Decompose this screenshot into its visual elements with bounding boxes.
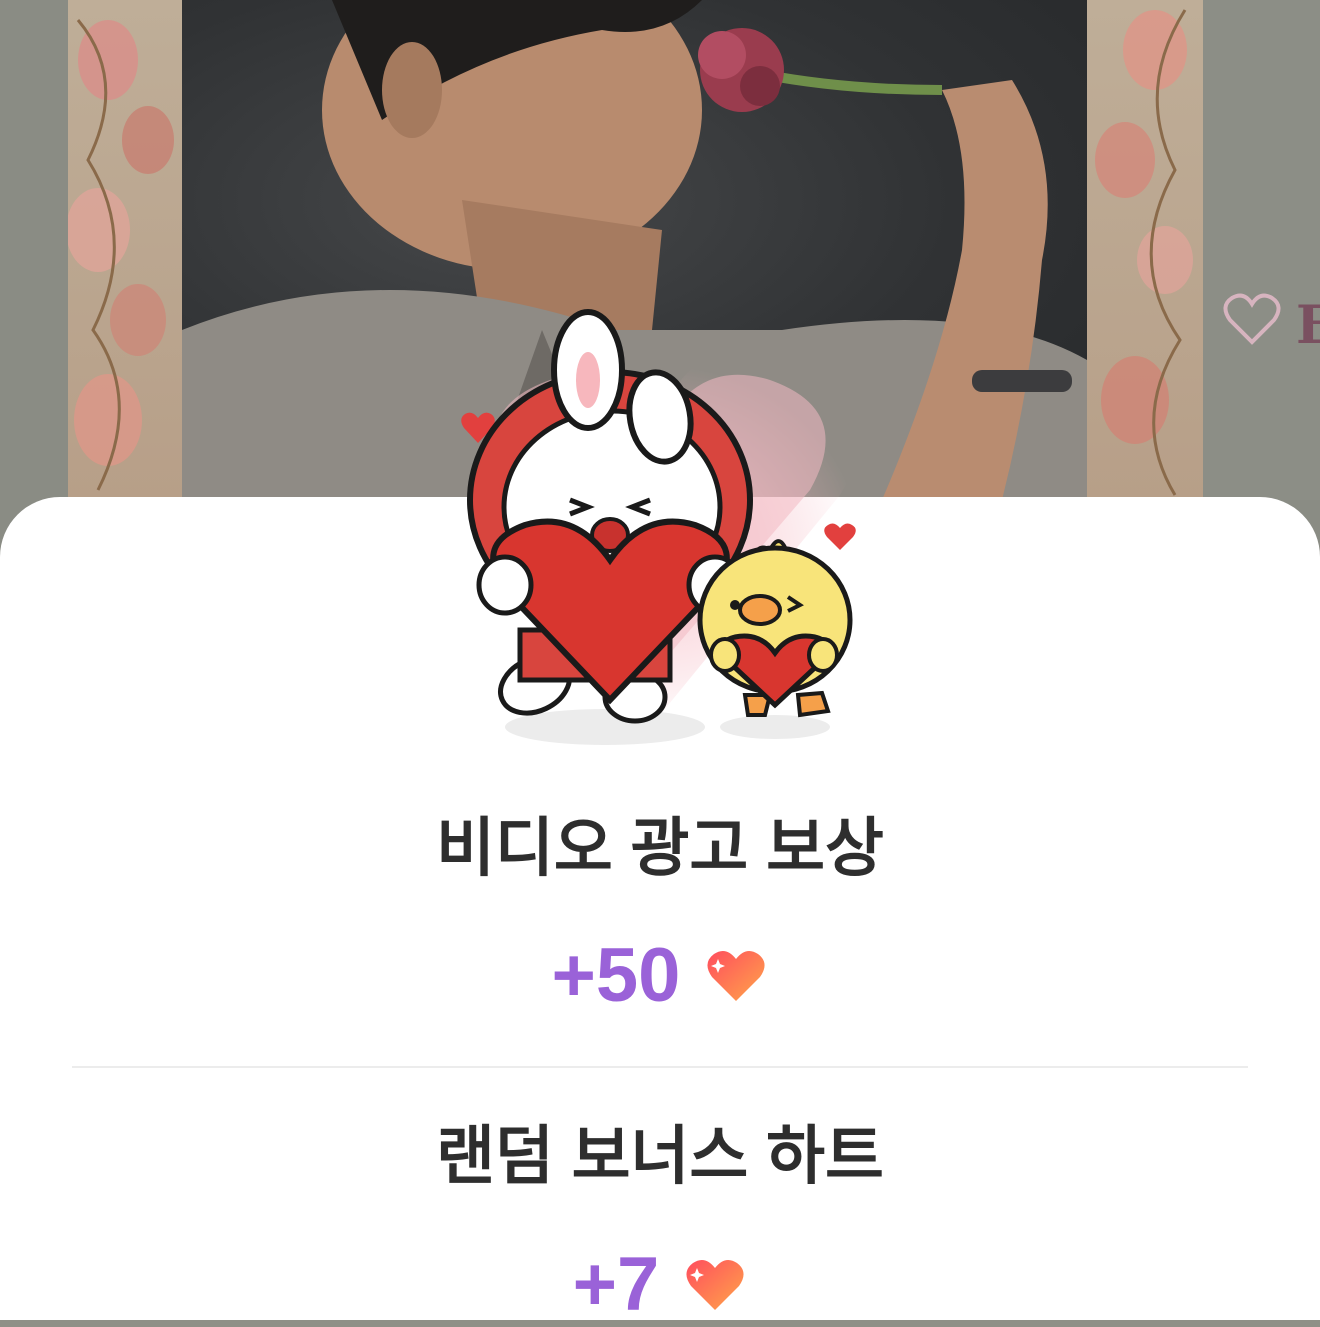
mascot-illustration [458,309,862,745]
video-ad-reward-amount: +50 [551,933,681,1018]
random-bonus-heart-title: 랜덤 보너스 하트 [436,1120,884,1192]
random-bonus-heart-amount-row: +7 [0,1247,1320,1323]
heart-icon [686,1259,744,1310]
adjacent-card [1203,0,1320,500]
video-ad-reward-title: 비디오 광고 보상 [436,812,884,884]
random-bonus-heart-amount: +7 [572,1242,660,1327]
divider [72,1066,1248,1068]
floral-decoration-right [1095,9,1193,496]
side-caption-letter: E [1296,295,1320,356]
heart-icon [707,950,765,1001]
video-ad-reward-amount-row: +50 [0,938,1320,1014]
heart-outline-icon [1223,293,1281,345]
floral-decoration-left [68,19,174,491]
